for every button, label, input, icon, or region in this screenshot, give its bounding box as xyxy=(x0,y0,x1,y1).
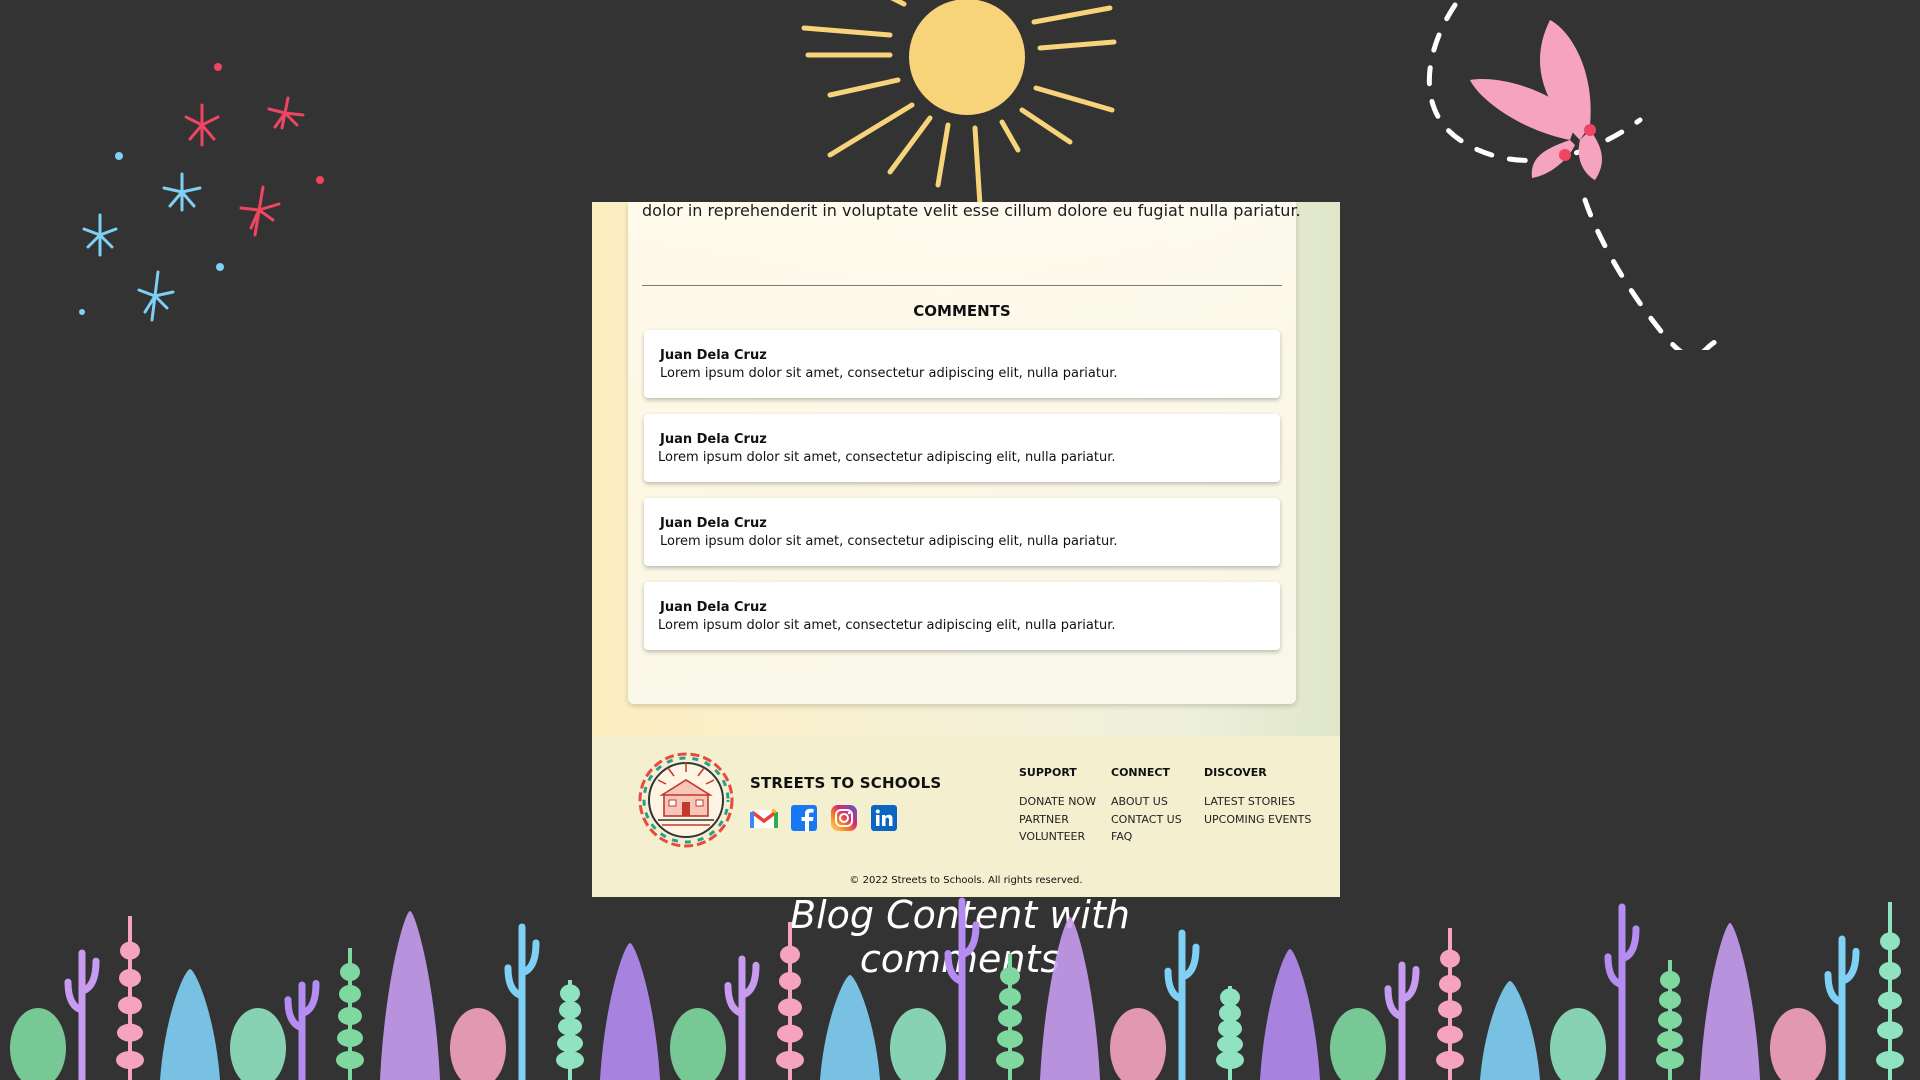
instagram-icon[interactable] xyxy=(830,804,858,832)
brand-name: STREETS TO SCHOOLS xyxy=(750,774,942,792)
comment-text: Lorem ipsum dolor sit amet, consectetur … xyxy=(658,618,1116,633)
slide-caption: Blog Content with comments xyxy=(790,893,1130,981)
comments-heading: COMMENTS xyxy=(913,302,1011,320)
footer-link-upcoming-events[interactable]: UPCOMING EVENTS xyxy=(1204,811,1311,829)
footer-link-volunteer[interactable]: VOLUNTEER xyxy=(1019,828,1096,846)
footer-link-partner[interactable]: PARTNER xyxy=(1019,811,1096,829)
article-body-text: dolor in reprehenderit in voluptate veli… xyxy=(642,202,1301,220)
copyright-text: © 2022 Streets to Schools. All rights re… xyxy=(849,875,1083,886)
footer-link-donate-now[interactable]: DONATE NOW xyxy=(1019,793,1096,811)
comment-author: Juan Dela Cruz xyxy=(660,348,767,363)
footer-heading-support: SUPPORT xyxy=(1019,766,1077,779)
butterfly-illustration xyxy=(1426,2,1723,350)
footer-column-support: SUPPORT DONATE NOW PARTNER VOLUNTEER xyxy=(1019,766,1096,846)
gmail-icon[interactable] xyxy=(750,804,778,832)
footer-column-connect: CONNECT ABOUT US CONTACT US FAQ xyxy=(1111,766,1182,846)
comment-card: Juan Dela Cruz Lorem ipsum dolor sit ame… xyxy=(644,498,1280,566)
footer-heading-connect: CONNECT xyxy=(1111,766,1170,779)
sun-illustration xyxy=(801,0,1117,205)
streets-to-schools-logo[interactable] xyxy=(638,752,734,848)
section-divider xyxy=(642,285,1282,286)
linkedin-icon[interactable] xyxy=(870,804,898,832)
footer-link-about-us[interactable]: ABOUT US xyxy=(1111,793,1182,811)
comment-card: Juan Dela Cruz Lorem ipsum dolor sit ame… xyxy=(644,582,1280,650)
comment-text: Lorem ipsum dolor sit amet, consectetur … xyxy=(658,450,1116,465)
comment-text: Lorem ipsum dolor sit amet, consectetur … xyxy=(660,534,1118,549)
sparkles-illustration xyxy=(79,63,324,322)
comment-text: Lorem ipsum dolor sit amet, consectetur … xyxy=(660,366,1118,381)
footer-heading-discover: DISCOVER xyxy=(1204,766,1267,779)
comment-author: Juan Dela Cruz xyxy=(660,432,767,447)
footer-link-faq[interactable]: FAQ xyxy=(1111,828,1182,846)
comment-card: Juan Dela Cruz Lorem ipsum dolor sit ame… xyxy=(644,330,1280,398)
site-footer: STREETS TO SCHOOLS SUPPORT DONATE NOW PA… xyxy=(592,736,1340,897)
footer-link-contact-us[interactable]: CONTACT US xyxy=(1111,811,1182,829)
facebook-icon[interactable] xyxy=(790,804,818,832)
comment-card: Juan Dela Cruz Lorem ipsum dolor sit ame… xyxy=(644,414,1280,482)
footer-link-latest-stories[interactable]: LATEST STORIES xyxy=(1204,793,1311,811)
footer-column-discover: DISCOVER LATEST STORIES UPCOMING EVENTS xyxy=(1204,766,1311,828)
comment-author: Juan Dela Cruz xyxy=(660,516,767,531)
comment-author: Juan Dela Cruz xyxy=(660,600,767,615)
page-panel: dolor in reprehenderit in voluptate veli… xyxy=(592,202,1340,897)
